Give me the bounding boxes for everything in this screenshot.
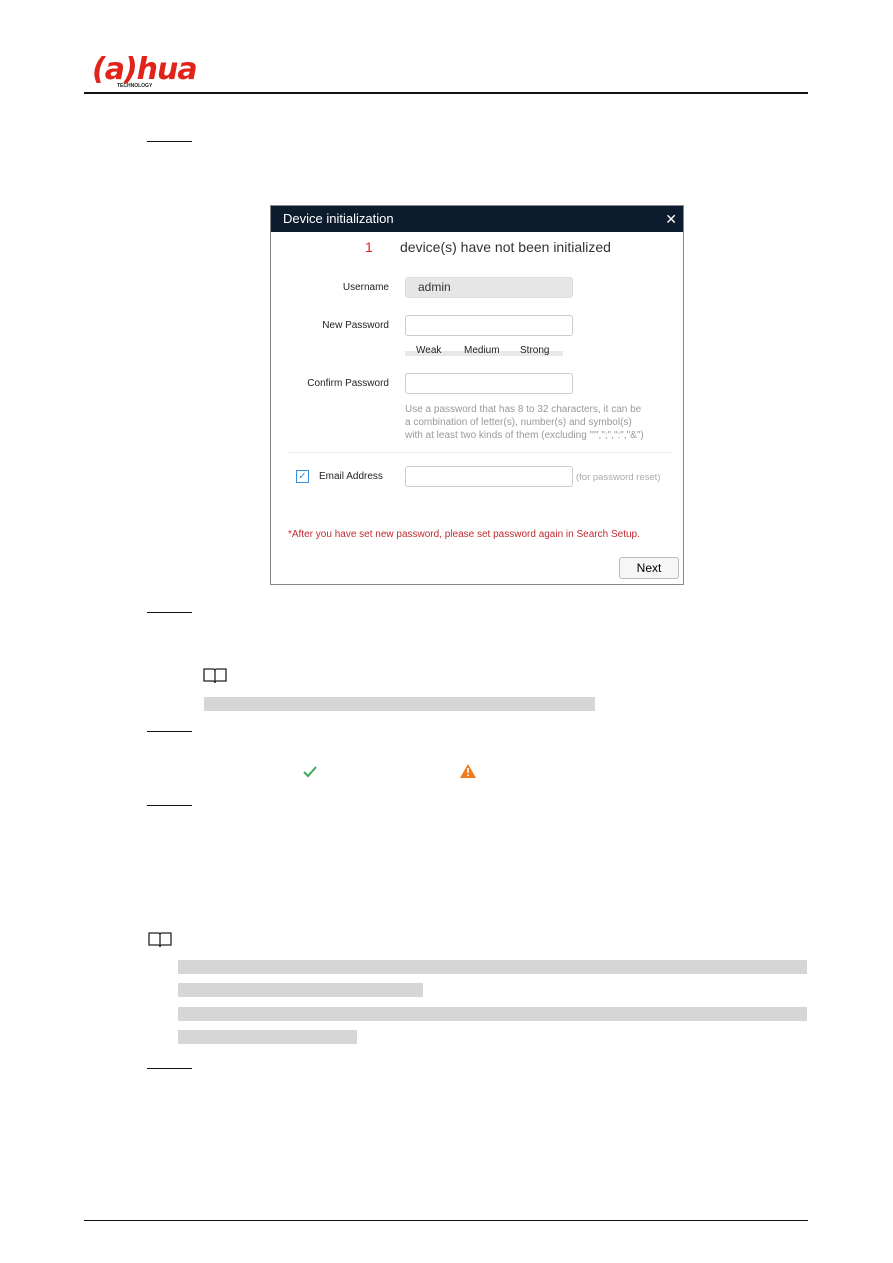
note-highlight bbox=[204, 697, 595, 711]
status-text: device(s) have not been initialized bbox=[400, 239, 611, 255]
note-highlight bbox=[178, 1007, 807, 1021]
new-password-field[interactable] bbox=[405, 315, 573, 336]
uninitialized-count: 1 bbox=[365, 239, 373, 255]
warning-icon bbox=[460, 764, 476, 778]
next-button[interactable]: Next bbox=[619, 557, 679, 579]
step-marker bbox=[147, 805, 192, 806]
note-highlight bbox=[178, 960, 807, 974]
dialog-title: Device initialization bbox=[283, 211, 394, 226]
check-icon bbox=[303, 766, 317, 778]
strength-medium: Medium bbox=[464, 345, 500, 356]
password-hint: Use a password that has 8 to 32 characte… bbox=[405, 403, 644, 442]
confirm-password-label: Confirm Password bbox=[307, 378, 389, 389]
book-icon bbox=[148, 932, 172, 948]
note-highlight bbox=[178, 1030, 357, 1044]
close-icon[interactable]: ✕ bbox=[665, 206, 677, 232]
note-highlight bbox=[178, 983, 423, 997]
footer-divider bbox=[84, 1220, 808, 1221]
step-marker bbox=[147, 1068, 192, 1069]
password-hint-line: a combination of letter(s), number(s) an… bbox=[405, 417, 632, 428]
email-label: Email Address bbox=[319, 471, 383, 482]
password-hint-line: with at least two kinds of them (excludi… bbox=[405, 430, 644, 441]
new-password-label: New Password bbox=[322, 320, 389, 331]
confirm-password-field[interactable] bbox=[405, 373, 573, 394]
username-field[interactable]: admin bbox=[405, 277, 573, 298]
strength-weak: Weak bbox=[416, 345, 442, 356]
header-divider bbox=[84, 92, 808, 94]
logo-subtext: TECHNOLOGY bbox=[117, 83, 153, 89]
password-hint-line: Use a password that has 8 to 32 characte… bbox=[405, 404, 642, 415]
email-hint: (for password reset) bbox=[576, 472, 661, 483]
divider bbox=[288, 452, 672, 453]
email-checkbox[interactable]: ✓ bbox=[296, 470, 309, 483]
email-field[interactable] bbox=[405, 466, 573, 487]
book-icon bbox=[203, 668, 227, 684]
strength-strong: Strong bbox=[520, 345, 550, 356]
dialog-title-bar: Device initialization ✕ bbox=[271, 206, 683, 232]
step-marker bbox=[147, 731, 192, 732]
step-marker bbox=[147, 141, 192, 142]
dahua-logo: (a)hua bbox=[92, 52, 198, 87]
step-marker bbox=[147, 612, 192, 613]
device-initialization-dialog: Device initialization ✕ 1 device(s) have… bbox=[270, 205, 684, 585]
document-page: (a)hua TECHNOLOGY Device initialization … bbox=[0, 0, 893, 1263]
username-label: Username bbox=[342, 282, 389, 293]
warning-text: *After you have set new password, please… bbox=[288, 529, 640, 540]
